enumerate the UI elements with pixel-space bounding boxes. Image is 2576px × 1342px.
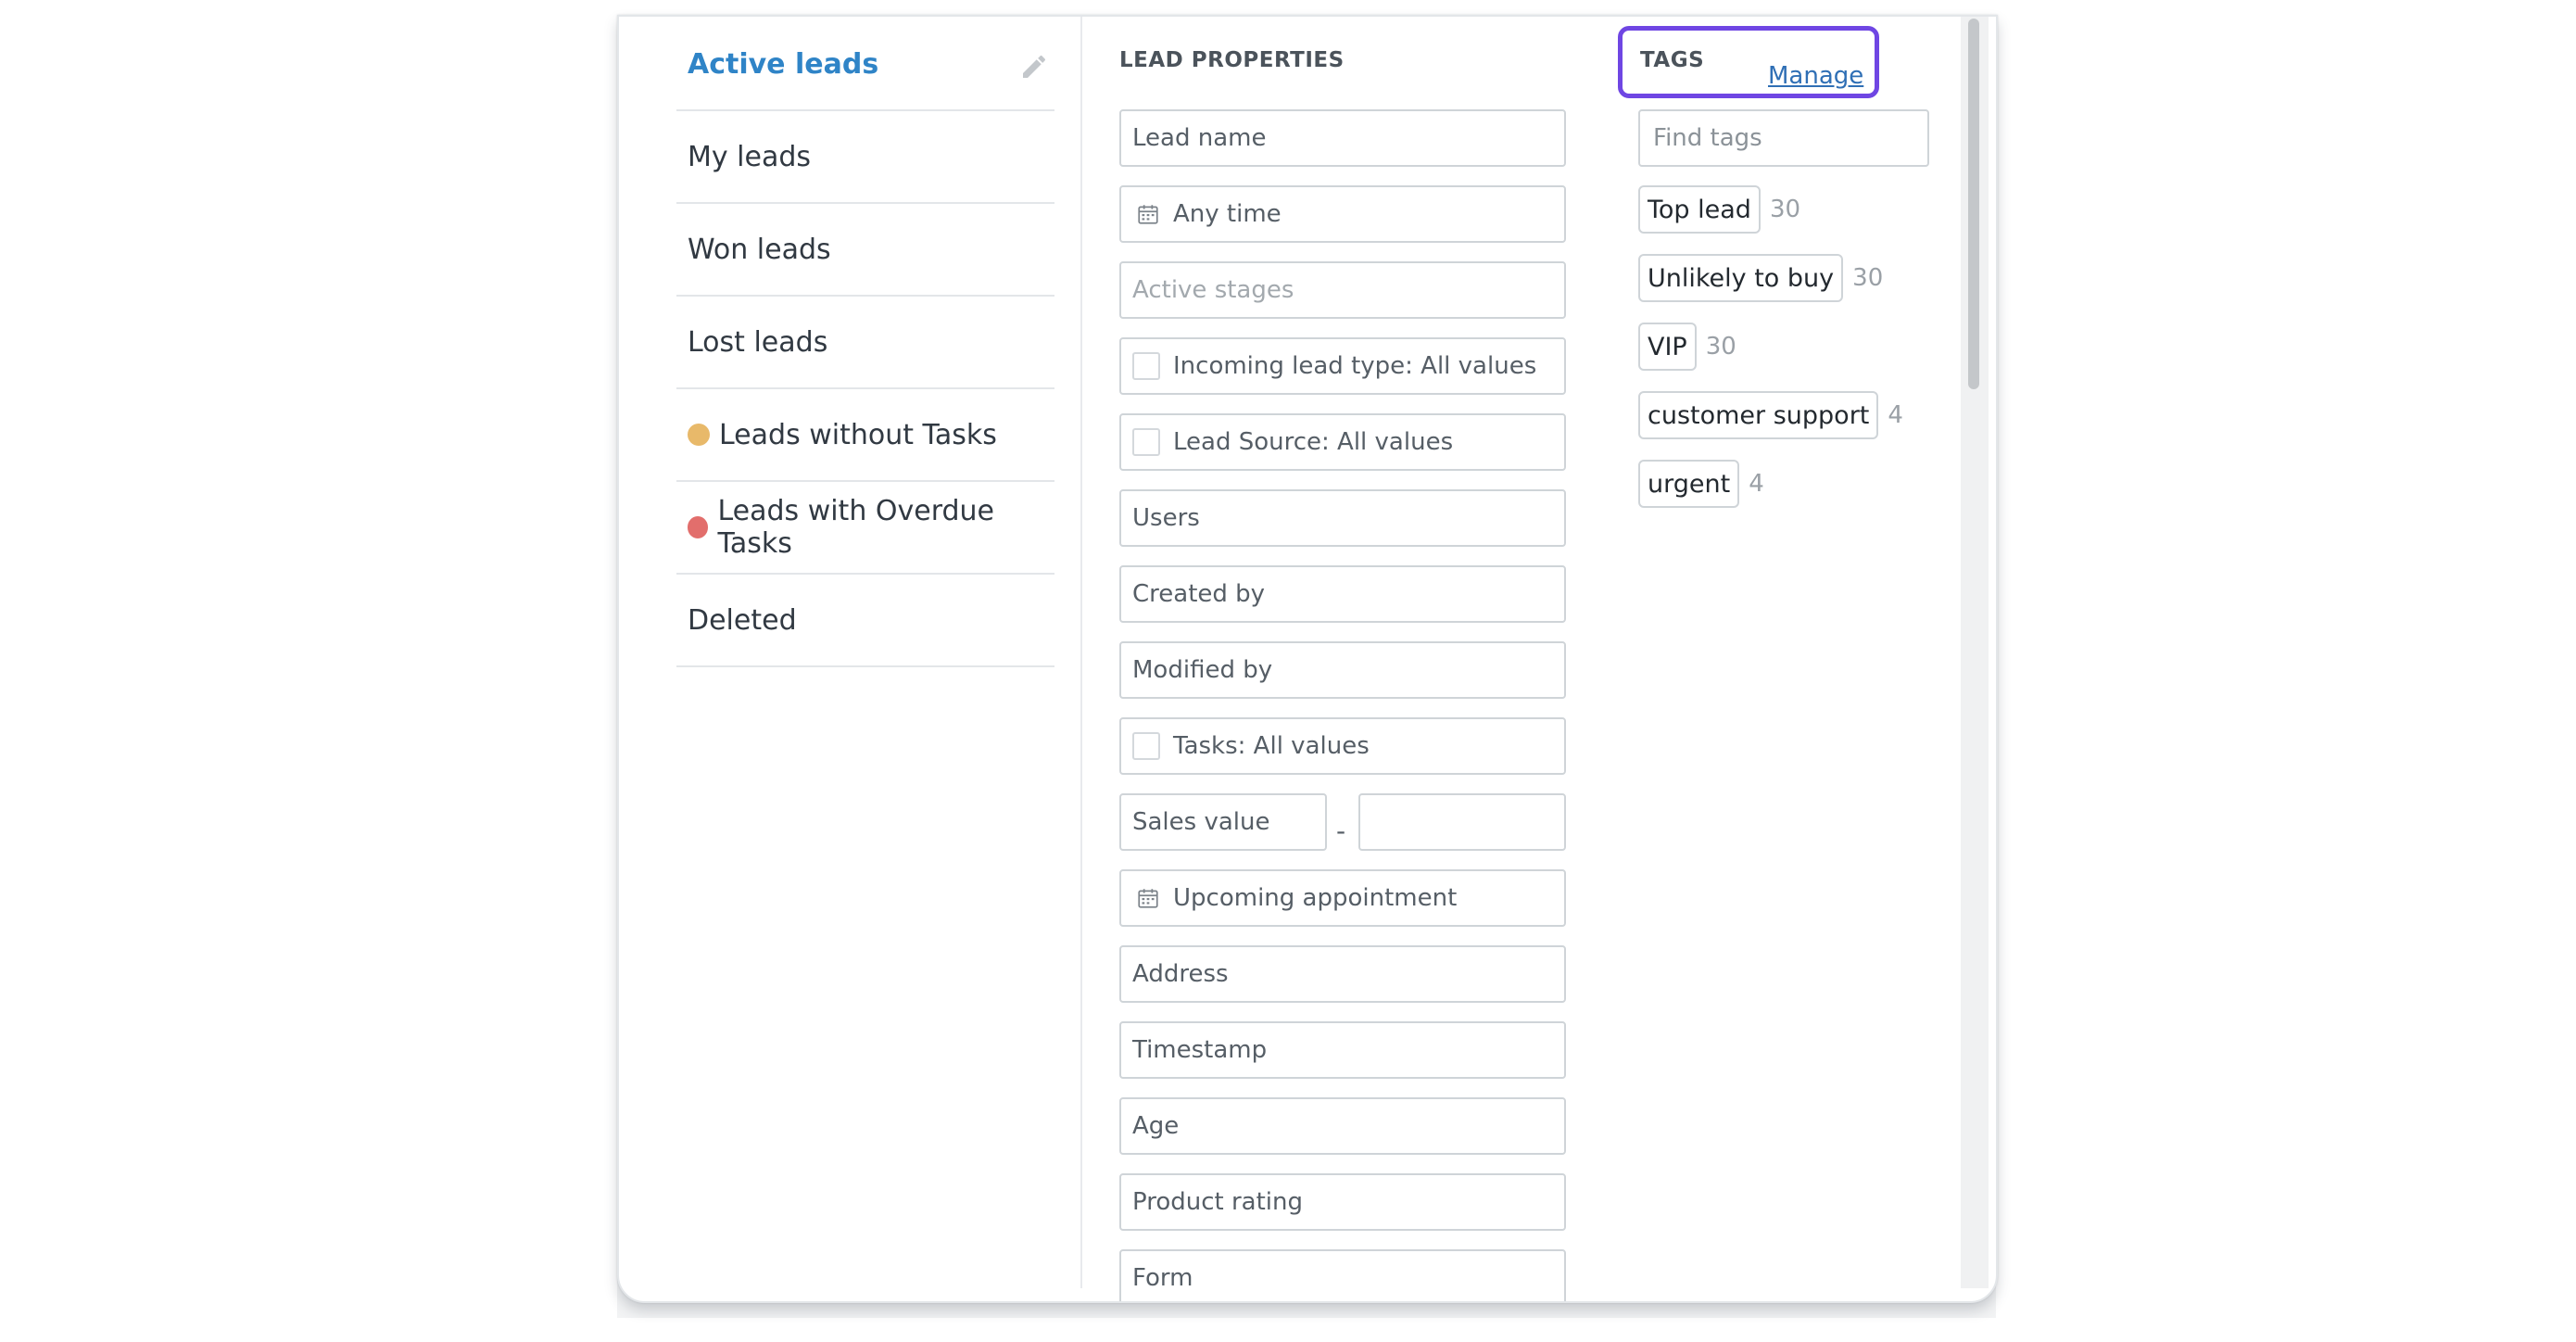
view-item-label: Won leads	[688, 233, 831, 266]
lead-properties-title: LEAD PROPERTIES	[1119, 48, 1345, 72]
users-select[interactable]: Users	[1119, 489, 1566, 547]
scrollbar-thumb[interactable]	[1968, 19, 1979, 389]
tag-chip[interactable]: Unlikely to buy	[1638, 254, 1844, 302]
field-placeholder: Modified by	[1132, 656, 1273, 684]
tag-count: 4	[1749, 470, 1764, 498]
field-placeholder: Timestamp	[1132, 1036, 1268, 1064]
status-dot	[688, 424, 710, 446]
field-value: Upcoming appointment	[1173, 884, 1458, 912]
tag-chip[interactable]: urgent	[1638, 460, 1740, 508]
view-item-label: Leads without Tasks	[719, 418, 997, 451]
lead-source-select[interactable]: Lead Source: All values	[1119, 413, 1566, 471]
sales-value-min-input[interactable]: Sales value	[1119, 793, 1327, 851]
tag-chip[interactable]: Top lead	[1638, 185, 1761, 234]
saved-views-list: Active leads My leads Won leads Lost lea…	[628, 17, 1082, 1288]
find-tags-input[interactable]	[1638, 109, 1929, 167]
upcoming-appointment-select[interactable]: Upcoming appointment	[1119, 869, 1566, 927]
view-item-label: My leads	[688, 140, 812, 173]
tag-count: 30	[1769, 196, 1801, 223]
tag-chip[interactable]: VIP	[1638, 323, 1697, 371]
field-value: Incoming lead type: All values	[1173, 352, 1537, 380]
view-item-deleted[interactable]: Deleted	[676, 575, 1054, 667]
field-placeholder: Created by	[1132, 580, 1266, 608]
view-item-my-leads[interactable]: My leads	[676, 111, 1054, 204]
field-placeholder: Users	[1132, 504, 1200, 532]
tag-item: VIP 30	[1638, 323, 1736, 371]
range-separator: -	[1336, 816, 1346, 846]
field-value: Lead Source: All values	[1173, 428, 1454, 456]
tag-chip[interactable]: customer support	[1638, 391, 1879, 439]
view-item-leads-without-tasks[interactable]: Leads without Tasks	[676, 389, 1054, 482]
status-dot	[688, 516, 709, 538]
stages-select[interactable]: Active stages	[1119, 261, 1566, 319]
checkbox[interactable]	[1132, 428, 1160, 456]
tag-item: customer support 4	[1638, 391, 1903, 439]
field-placeholder: Age	[1132, 1112, 1180, 1140]
address-input[interactable]: Address	[1119, 945, 1566, 1003]
manage-tags-link[interactable]: Manage	[1768, 62, 1863, 90]
view-item-label: Lost leads	[688, 325, 828, 359]
incoming-lead-type-select[interactable]: Incoming lead type: All values	[1119, 337, 1566, 395]
field-placeholder: Form	[1132, 1264, 1193, 1292]
field-placeholder: Sales value	[1132, 808, 1270, 836]
product-rating-input[interactable]: Product rating	[1119, 1173, 1566, 1231]
field-placeholder: Active stages	[1132, 276, 1294, 304]
field-value: Tasks: All values	[1173, 732, 1370, 760]
calendar-icon	[1138, 205, 1158, 224]
field-placeholder: Address	[1132, 960, 1229, 988]
lead-filter-panel: Active leads My leads Won leads Lost lea…	[617, 15, 1998, 1303]
tag-count: 30	[1705, 333, 1736, 361]
checkbox[interactable]	[1132, 732, 1160, 760]
field-placeholder: Product rating	[1132, 1188, 1304, 1216]
tasks-select[interactable]: Tasks: All values	[1119, 717, 1566, 775]
date-range-select[interactable]: Any time	[1119, 185, 1566, 243]
view-item-label: Deleted	[688, 603, 797, 637]
pencil-icon[interactable]	[1019, 52, 1049, 82]
view-item-leads-with-overdue-tasks[interactable]: Leads with Overdue Tasks	[676, 482, 1054, 575]
modified-by-select[interactable]: Modified by	[1119, 641, 1566, 699]
tags-title: TAGS	[1640, 48, 1705, 72]
created-by-select[interactable]: Created by	[1119, 565, 1566, 623]
timestamp-input[interactable]: Timestamp	[1119, 1021, 1566, 1079]
field-placeholder: Lead name	[1132, 124, 1267, 152]
view-item-lost-leads[interactable]: Lost leads	[676, 297, 1054, 389]
tag-count: 4	[1888, 401, 1903, 429]
tag-item: Unlikely to buy 30	[1638, 254, 1883, 302]
view-item-won-leads[interactable]: Won leads	[676, 204, 1054, 297]
checkbox[interactable]	[1132, 352, 1160, 380]
lead-name-input[interactable]: Lead name	[1119, 109, 1566, 167]
form-input[interactable]: Form	[1119, 1249, 1566, 1301]
view-item-active-leads[interactable]: Active leads	[676, 19, 1054, 111]
sales-value-max-input[interactable]	[1358, 793, 1566, 851]
field-value: Any time	[1173, 200, 1282, 228]
tag-count: 30	[1852, 264, 1884, 292]
view-item-label: Active leads	[688, 47, 879, 81]
calendar-icon	[1138, 889, 1158, 908]
tag-item: urgent 4	[1638, 460, 1764, 508]
age-input[interactable]: Age	[1119, 1097, 1566, 1155]
view-item-label: Leads with Overdue Tasks	[717, 495, 995, 560]
tag-item: Top lead 30	[1638, 185, 1800, 234]
